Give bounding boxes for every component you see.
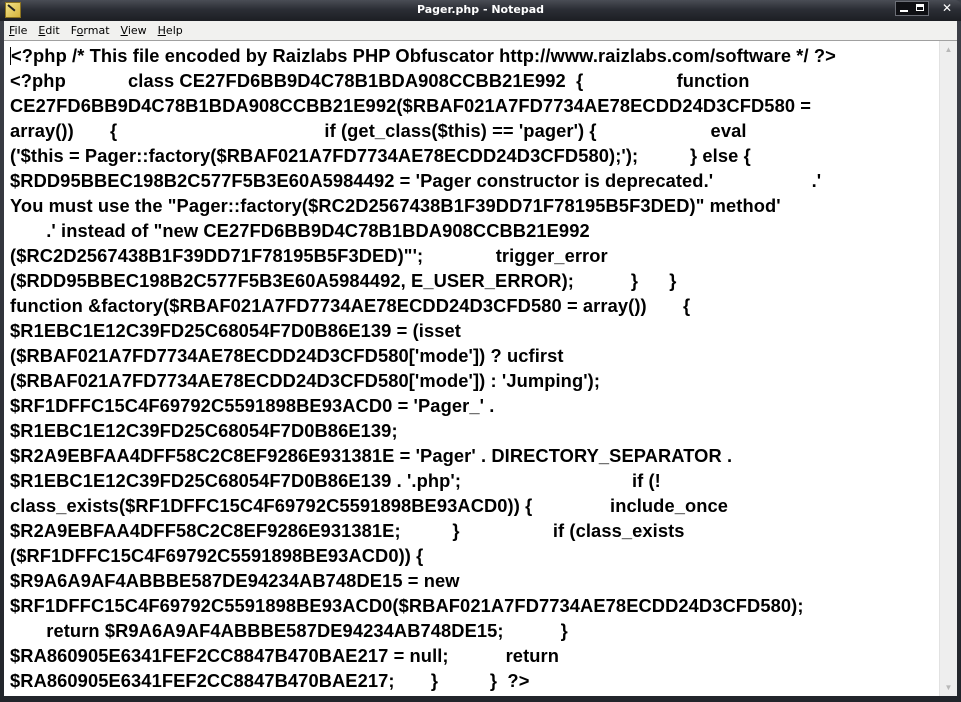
scroll-down-arrow-icon[interactable]: ▼ bbox=[940, 679, 957, 696]
text-line: You must use the "Pager::factory($RC2D25… bbox=[10, 195, 781, 216]
title-bar[interactable]: Pager.php - Notepad ✕ bbox=[0, 0, 961, 21]
text-line: CE27FD6BB9D4C78B1BDA908CCBB21E992($RBAF0… bbox=[10, 95, 812, 116]
min-max-group bbox=[895, 1, 929, 16]
menu-view[interactable]: View bbox=[116, 24, 153, 37]
text-line: $R2A9EBFAA4DFF58C2C8EF9286E931381E; } if… bbox=[10, 520, 685, 541]
text-line: ($RC2D2567438B1F39DD71F78195B5F3DED)"'; … bbox=[10, 245, 608, 266]
menu-help[interactable]: Help bbox=[153, 24, 189, 37]
text-line: $RA860905E6341FEF2CC8847B470BAE217; } } … bbox=[10, 670, 530, 691]
text-line: array()) { if (get_class($this) == 'page… bbox=[10, 120, 747, 141]
maximize-button[interactable] bbox=[912, 2, 928, 15]
text-line: class_exists($RF1DFFC15C4F69792C5591898B… bbox=[10, 495, 729, 516]
menu-bar: File Edit Format View Help bbox=[4, 21, 957, 40]
window-controls: ✕ bbox=[895, 1, 955, 16]
text-line: ($RDD95BBEC198B2C577F5B3E60A5984492, E_U… bbox=[10, 270, 677, 291]
scroll-up-arrow-icon[interactable]: ▲ bbox=[940, 41, 957, 58]
text-line: return $R9A6A9AF4ABBBE587DE94234AB748DE1… bbox=[10, 620, 568, 641]
text-line: function &factory($RBAF021A7FD7734AE78EC… bbox=[10, 295, 691, 316]
menu-format[interactable]: Format bbox=[66, 24, 116, 37]
notepad-window: Pager.php - Notepad ✕ File Edit Format V… bbox=[0, 0, 961, 702]
text-line: ($RBAF021A7FD7734AE78ECDD24D3CFD580['mod… bbox=[10, 370, 601, 391]
document-text[interactable]: <?php /* This file encoded by Raizlabs P… bbox=[10, 43, 922, 693]
text-line: $RA860905E6341FEF2CC8847B470BAE217 = nul… bbox=[10, 645, 560, 666]
text-line: $RF1DFFC15C4F69792C5591898BE93ACD0 = 'Pa… bbox=[10, 395, 495, 416]
close-button[interactable]: ✕ bbox=[939, 1, 955, 16]
text-line: <?php class CE27FD6BB9D4C78B1BDA908CCBB2… bbox=[10, 70, 750, 91]
text-line: $R1EBC1E12C39FD25C68054F7D0B86E139 . '.p… bbox=[10, 470, 661, 491]
menu-edit[interactable]: Edit bbox=[33, 24, 65, 37]
text-line: $R2A9EBFAA4DFF58C2C8EF9286E931381E = 'Pa… bbox=[10, 445, 733, 466]
text-line: <?php /* This file encoded by Raizlabs P… bbox=[10, 45, 836, 66]
text-line: $RF1DFFC15C4F69792C5591898BE93ACD0($RBAF… bbox=[10, 595, 804, 616]
window-title: Pager.php - Notepad bbox=[416, 3, 544, 16]
text-line: .' instead of "new CE27FD6BB9D4C78B1BDA9… bbox=[10, 220, 590, 241]
text-caret bbox=[10, 47, 11, 65]
text-line: ($RF1DFFC15C4F69792C5591898BE93ACD0)) { bbox=[10, 545, 424, 566]
text-line: $R9A6A9AF4ABBBE587DE94234AB748DE15 = new bbox=[10, 570, 460, 591]
vertical-scrollbar[interactable]: ▲ ▼ bbox=[939, 41, 957, 696]
text-line: $R1EBC1E12C39FD25C68054F7D0B86E139 = (is… bbox=[10, 320, 461, 341]
menu-file[interactable]: File bbox=[4, 24, 33, 37]
minimize-button[interactable] bbox=[896, 2, 912, 15]
text-line: ($RBAF021A7FD7734AE78ECDD24D3CFD580['mod… bbox=[10, 345, 564, 366]
text-line: ('$this = Pager::factory($RBAF021A7FD773… bbox=[10, 145, 751, 166]
text-line: $RDD95BBEC198B2C577F5B3E60A5984492 = 'Pa… bbox=[10, 170, 822, 191]
text-line: $R1EBC1E12C39FD25C68054F7D0B86E139; bbox=[10, 420, 398, 441]
text-editor[interactable]: <?php /* This file encoded by Raizlabs P… bbox=[4, 40, 957, 696]
